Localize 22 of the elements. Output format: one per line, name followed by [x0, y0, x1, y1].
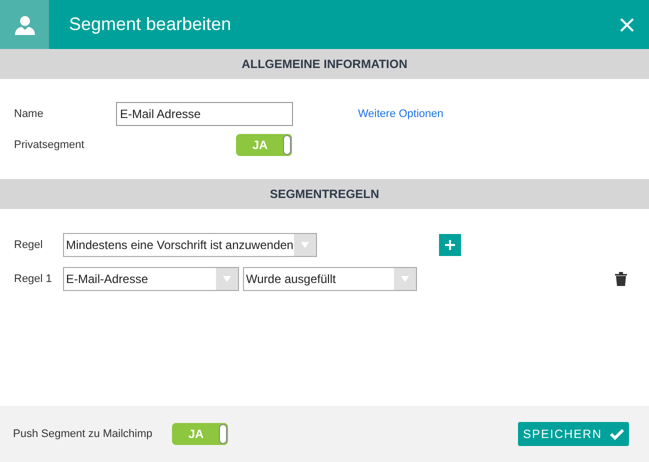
- check-icon: [610, 428, 624, 440]
- plus-icon: [445, 240, 455, 250]
- section-header: ALLGEMEINE INFORMATION: [0, 49, 649, 79]
- close-icon[interactable]: [620, 18, 634, 32]
- caret-icon: [223, 276, 231, 282]
- dropdown-select[interactable]: E-Mail-Adresse: [63, 267, 239, 291]
- more-options-link[interactable]: Weitere Optionen: [358, 106, 444, 122]
- field-label: Push Segment zu Mailchimp: [13, 426, 154, 442]
- caret-icon: [301, 242, 309, 248]
- trash-icon[interactable]: [615, 272, 627, 286]
- field-label: Regel 1: [14, 272, 53, 287]
- field-label: Privatsegment: [14, 138, 86, 153]
- section-header: SEGMENTREGELN: [0, 179, 649, 209]
- dropdown-select[interactable]: Mindestens eine Vorschrift ist anzuwenden: [63, 233, 317, 257]
- field-label: Name: [14, 106, 44, 122]
- field-label: Regel: [14, 238, 44, 253]
- user-icon: [14, 14, 34, 34]
- add-button[interactable]: [439, 234, 461, 256]
- dropdown-select[interactable]: Wurde ausgefüllt: [243, 267, 417, 291]
- window-title: Segment bearbeiten: [69, 13, 232, 36]
- caret-icon: [401, 276, 409, 282]
- name-field[interactable]: E-Mail Adresse: [116, 102, 293, 126]
